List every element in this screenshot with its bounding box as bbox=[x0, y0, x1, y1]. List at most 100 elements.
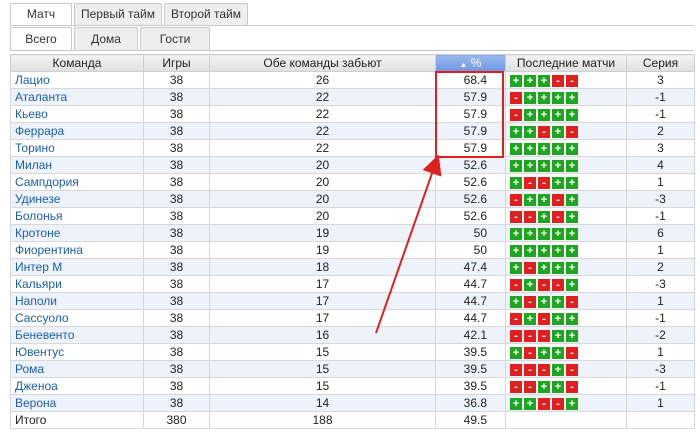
loss-badge[interactable]: - bbox=[510, 193, 522, 206]
loss-badge[interactable]: - bbox=[552, 74, 564, 87]
win-badge[interactable]: + bbox=[510, 346, 522, 359]
win-badge[interactable]: + bbox=[552, 329, 564, 342]
win-badge[interactable]: + bbox=[510, 397, 522, 410]
win-badge[interactable]: + bbox=[552, 108, 564, 121]
win-badge[interactable]: + bbox=[524, 108, 536, 121]
tab-period-0[interactable]: Матч bbox=[10, 3, 72, 25]
loss-badge[interactable]: - bbox=[566, 295, 578, 308]
team-link[interactable]: Беневенто bbox=[10, 326, 144, 344]
header-team[interactable]: Команда bbox=[10, 54, 144, 72]
loss-badge[interactable]: - bbox=[510, 278, 522, 291]
win-badge[interactable]: + bbox=[538, 74, 550, 87]
win-badge[interactable]: + bbox=[538, 380, 550, 393]
loss-badge[interactable]: - bbox=[524, 210, 536, 223]
loss-badge[interactable]: - bbox=[552, 397, 564, 410]
team-link[interactable]: Фиорентина bbox=[10, 241, 144, 259]
win-badge[interactable]: + bbox=[552, 261, 564, 274]
header-games[interactable]: Игры bbox=[143, 54, 210, 72]
win-badge[interactable]: + bbox=[510, 74, 522, 87]
loss-badge[interactable]: - bbox=[524, 295, 536, 308]
win-badge[interactable]: + bbox=[552, 176, 564, 189]
loss-badge[interactable]: - bbox=[538, 363, 550, 376]
win-badge[interactable]: + bbox=[510, 244, 522, 257]
team-link[interactable]: Удинезе bbox=[10, 190, 144, 208]
loss-badge[interactable]: - bbox=[538, 278, 550, 291]
win-badge[interactable]: + bbox=[524, 244, 536, 257]
win-badge[interactable]: + bbox=[552, 91, 564, 104]
loss-badge[interactable]: - bbox=[552, 193, 564, 206]
team-link[interactable]: Феррара bbox=[10, 122, 144, 140]
win-badge[interactable]: + bbox=[566, 227, 578, 240]
win-badge[interactable]: + bbox=[552, 346, 564, 359]
win-badge[interactable]: + bbox=[538, 91, 550, 104]
team-link[interactable]: Кьево bbox=[10, 105, 144, 123]
win-badge[interactable]: + bbox=[538, 193, 550, 206]
team-link[interactable]: Кальяри bbox=[10, 275, 144, 293]
tab-venue-2[interactable]: Гости bbox=[140, 27, 210, 50]
win-badge[interactable]: + bbox=[552, 227, 564, 240]
team-link[interactable]: Болонья bbox=[10, 207, 144, 225]
win-badge[interactable]: + bbox=[566, 176, 578, 189]
win-badge[interactable]: + bbox=[510, 176, 522, 189]
win-badge[interactable]: + bbox=[538, 346, 550, 359]
tab-venue-1[interactable]: Дома bbox=[74, 27, 138, 50]
loss-badge[interactable]: - bbox=[552, 278, 564, 291]
win-badge[interactable]: + bbox=[552, 312, 564, 325]
win-badge[interactable]: + bbox=[566, 312, 578, 325]
loss-badge[interactable]: - bbox=[566, 346, 578, 359]
header-btts[interactable]: Обе команды забьют bbox=[209, 54, 436, 72]
win-badge[interactable]: + bbox=[524, 142, 536, 155]
tab-period-1[interactable]: Первый тайм bbox=[74, 3, 162, 25]
win-badge[interactable]: + bbox=[524, 227, 536, 240]
loss-badge[interactable]: - bbox=[510, 108, 522, 121]
win-badge[interactable]: + bbox=[524, 397, 536, 410]
win-badge[interactable]: + bbox=[566, 397, 578, 410]
win-badge[interactable]: + bbox=[524, 312, 536, 325]
loss-badge[interactable]: - bbox=[510, 210, 522, 223]
win-badge[interactable]: + bbox=[524, 125, 536, 138]
win-badge[interactable]: + bbox=[566, 142, 578, 155]
team-link[interactable]: Ювентус bbox=[10, 343, 144, 361]
win-badge[interactable]: + bbox=[552, 142, 564, 155]
loss-badge[interactable]: - bbox=[510, 363, 522, 376]
loss-badge[interactable]: - bbox=[510, 312, 522, 325]
win-badge[interactable]: + bbox=[552, 159, 564, 172]
win-badge[interactable]: + bbox=[566, 91, 578, 104]
win-badge[interactable]: + bbox=[552, 125, 564, 138]
loss-badge[interactable]: - bbox=[524, 346, 536, 359]
team-link[interactable]: Наполи bbox=[10, 292, 144, 310]
win-badge[interactable]: + bbox=[538, 108, 550, 121]
win-badge[interactable]: + bbox=[510, 159, 522, 172]
win-badge[interactable]: + bbox=[510, 142, 522, 155]
win-badge[interactable]: + bbox=[538, 227, 550, 240]
loss-badge[interactable]: - bbox=[538, 397, 550, 410]
loss-badge[interactable]: - bbox=[524, 261, 536, 274]
loss-badge[interactable]: - bbox=[538, 176, 550, 189]
header-percent[interactable]: ▲ % bbox=[435, 54, 506, 72]
win-badge[interactable]: + bbox=[524, 193, 536, 206]
tab-venue-0[interactable]: Всего bbox=[10, 27, 72, 50]
loss-badge[interactable]: - bbox=[566, 380, 578, 393]
win-badge[interactable]: + bbox=[510, 295, 522, 308]
win-badge[interactable]: + bbox=[510, 227, 522, 240]
win-badge[interactable]: + bbox=[538, 210, 550, 223]
team-link[interactable]: Аталанта bbox=[10, 88, 144, 106]
win-badge[interactable]: + bbox=[538, 159, 550, 172]
loss-badge[interactable]: - bbox=[538, 312, 550, 325]
team-link[interactable]: Рома bbox=[10, 360, 144, 378]
team-link[interactable]: Лацио bbox=[10, 71, 144, 89]
win-badge[interactable]: + bbox=[566, 278, 578, 291]
win-badge[interactable]: + bbox=[566, 244, 578, 257]
team-link[interactable]: Дженоа bbox=[10, 377, 144, 395]
loss-badge[interactable]: - bbox=[566, 74, 578, 87]
win-badge[interactable]: + bbox=[566, 108, 578, 121]
win-badge[interactable]: + bbox=[524, 278, 536, 291]
header-last-matches[interactable]: Последние матчи bbox=[505, 54, 627, 72]
loss-badge[interactable]: - bbox=[510, 91, 522, 104]
loss-badge[interactable]: - bbox=[538, 125, 550, 138]
win-badge[interactable]: + bbox=[538, 261, 550, 274]
win-badge[interactable]: + bbox=[552, 244, 564, 257]
loss-badge[interactable]: - bbox=[510, 329, 522, 342]
win-badge[interactable]: + bbox=[552, 380, 564, 393]
header-streak[interactable]: Серия bbox=[626, 54, 695, 72]
